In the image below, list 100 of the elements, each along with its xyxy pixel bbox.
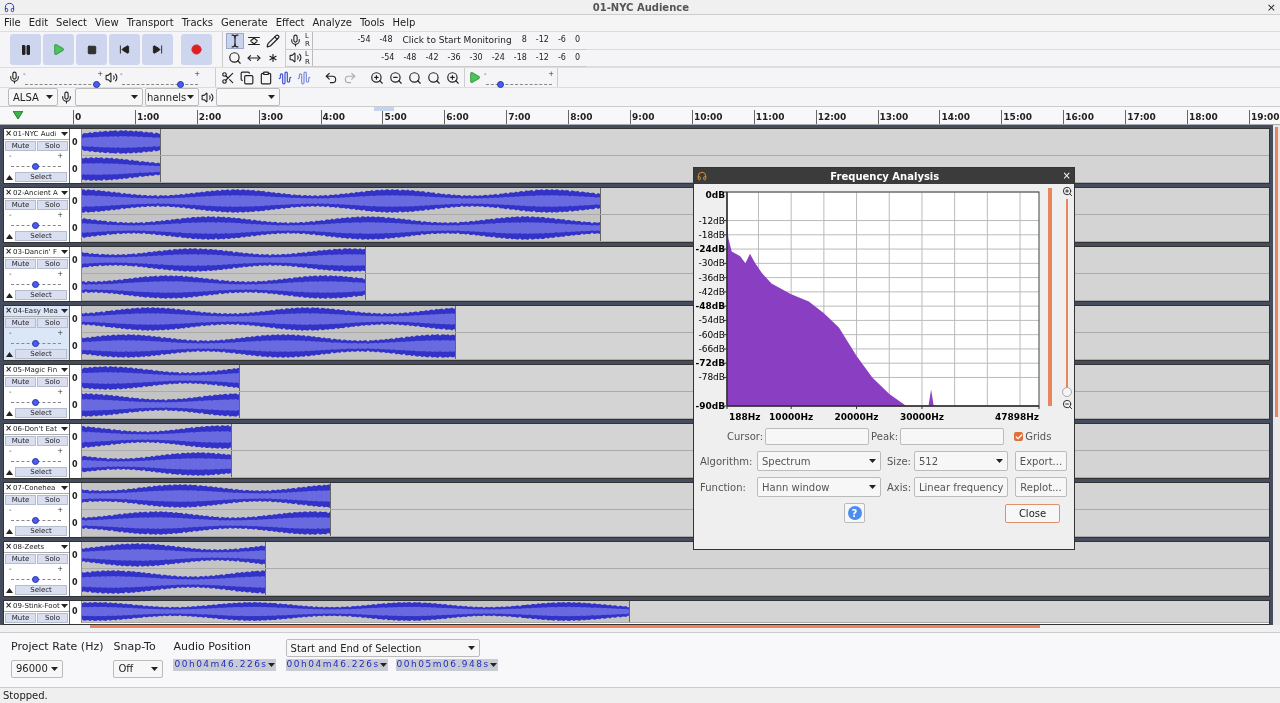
size-dropdown[interactable]: 512 xyxy=(914,451,1008,471)
menu-item[interactable]: Select xyxy=(56,18,87,28)
scale-label: 0 xyxy=(71,256,78,265)
collapse-icon[interactable] xyxy=(6,410,13,416)
close-button[interactable]: × xyxy=(4,130,13,138)
edit-tool-button[interactable] xyxy=(238,69,255,86)
vertical-scrollbar[interactable] xyxy=(1273,125,1280,625)
speaker-icon xyxy=(105,71,118,84)
level-meter[interactable]: -54 -48 -42 -36 -30 -24 -18 -12 -6 0 xyxy=(311,49,586,66)
transport-button[interactable] xyxy=(142,34,173,65)
zoom-in-icon[interactable] xyxy=(1061,186,1073,197)
play-at-speed-icon[interactable] xyxy=(468,71,481,84)
time-label: 15:00 xyxy=(1001,110,1064,124)
vertical-zoom-slider[interactable] xyxy=(1062,199,1072,397)
close-button[interactable]: × xyxy=(1266,1,1276,13)
cursor-field[interactable] xyxy=(765,428,870,445)
menu-item[interactable]: Transport xyxy=(126,18,174,28)
slider-thumb[interactable] xyxy=(32,458,39,465)
vertical-scrollbar[interactable] xyxy=(1048,188,1052,406)
menu-item[interactable]: Edit xyxy=(28,18,49,28)
play-head-icon[interactable] xyxy=(13,111,23,119)
menu-item[interactable]: Analyze xyxy=(312,18,352,28)
collapse-icon[interactable] xyxy=(6,233,13,239)
grids-checkbox[interactable] xyxy=(1014,432,1024,441)
slider-thumb[interactable] xyxy=(32,576,39,583)
slider-thumb[interactable] xyxy=(496,80,504,88)
menu-item[interactable]: View xyxy=(94,18,119,28)
zoom-out-icon[interactable] xyxy=(1061,399,1073,410)
slider-thumb[interactable] xyxy=(93,80,101,88)
axis-dropdown[interactable]: Linear frequency xyxy=(914,477,1008,497)
audio-host-dropdown[interactable]: ALSA xyxy=(8,88,58,106)
time-label: 1:00 xyxy=(134,110,197,124)
snap-to-label: Snap-To xyxy=(113,639,157,655)
collapse-icon[interactable] xyxy=(6,469,13,475)
edit-tool-button[interactable] xyxy=(219,69,236,86)
close-button[interactable]: × xyxy=(4,484,13,492)
selection-mode-dropdown[interactable]: Start and End of Selection xyxy=(285,639,480,657)
selection-end-field[interactable]: 00h05m06.948s xyxy=(395,659,498,671)
scale-label: 0 xyxy=(71,374,78,383)
project-rate-dropdown[interactable]: 96000 xyxy=(11,659,63,678)
replot-button[interactable]: Replot... xyxy=(1015,477,1067,497)
close-button[interactable]: × xyxy=(4,307,13,315)
microphone-icon xyxy=(60,90,73,104)
close-button[interactable]: Close xyxy=(1005,503,1060,523)
y-tick-label: -66dB xyxy=(698,343,725,354)
tool-button[interactable] xyxy=(226,50,244,66)
menu-item[interactable]: Help xyxy=(392,18,416,28)
record-button[interactable] xyxy=(181,34,212,65)
slider-thumb[interactable] xyxy=(32,399,39,406)
collapse-icon[interactable] xyxy=(6,587,13,593)
meter-tick-label: -12 xyxy=(535,51,549,64)
function-dropdown[interactable]: Hann window xyxy=(757,477,881,497)
speaker-icon[interactable] xyxy=(289,51,302,65)
transport-button[interactable] xyxy=(76,34,107,65)
edit-tool-button[interactable] xyxy=(387,69,404,86)
caret-icon xyxy=(268,95,275,99)
menu-item[interactable]: Tracks xyxy=(181,18,214,28)
slider-thumb[interactable] xyxy=(1062,387,1072,397)
tool-button[interactable] xyxy=(264,33,282,49)
microphone-icon[interactable] xyxy=(289,33,302,47)
menu-item[interactable]: File xyxy=(4,18,21,28)
grids-label: Grids xyxy=(1025,430,1052,444)
snap-to-dropdown[interactable]: Off xyxy=(113,659,164,678)
slider-thumb[interactable] xyxy=(32,340,39,347)
collapse-icon[interactable] xyxy=(6,292,13,298)
meter-tick-label: -48 xyxy=(403,51,417,64)
audio-position-field[interactable]: 00h04m46.226s xyxy=(173,658,276,671)
tool-button[interactable] xyxy=(226,33,244,49)
selection-start-field[interactable]: 00h04m46.226s xyxy=(285,659,388,671)
level-meter[interactable]: -54 -48 Click to Start Monitoring 8 -12 -6 0 xyxy=(311,32,586,49)
peak-field[interactable] xyxy=(900,428,1005,445)
menu-item[interactable]: Effect xyxy=(275,18,305,28)
channels-dropdown[interactable]: hannels xyxy=(145,88,199,106)
algorithm-dropdown[interactable]: Spectrum xyxy=(757,451,881,471)
close-button[interactable]: × xyxy=(4,189,13,197)
timeline-ruler[interactable]: 0 1:00 2:00 3:00 4:00 5:00 6:00 7:00 8:00 9:00 10:00 11:00 12:00 13:00 14:00 15:00 16:00 17:00 18:00 19:00 xyxy=(0,107,1280,125)
slider-thumb[interactable] xyxy=(32,517,39,524)
transport-button[interactable] xyxy=(10,34,41,65)
slider-thumb[interactable] xyxy=(32,163,39,170)
edit-tool-button[interactable] xyxy=(406,69,423,86)
close-button[interactable]: × xyxy=(1062,171,1071,181)
edit-tool-button[interactable] xyxy=(368,69,385,86)
slider-thumb[interactable] xyxy=(176,80,184,88)
edit-tool-button[interactable] xyxy=(425,69,442,86)
close-button[interactable]: × xyxy=(4,543,13,551)
collapse-icon[interactable] xyxy=(6,351,13,357)
close-button[interactable]: × xyxy=(4,602,13,610)
transport-button[interactable] xyxy=(109,34,140,65)
export-button[interactable]: Export... xyxy=(1015,451,1067,471)
collapse-icon[interactable] xyxy=(6,174,13,180)
close-button[interactable]: × xyxy=(4,366,13,374)
menu-item[interactable]: Generate xyxy=(221,18,268,28)
slider-thumb[interactable] xyxy=(32,281,39,288)
menu-item[interactable]: Tools xyxy=(359,18,385,28)
slider-thumb[interactable] xyxy=(32,222,39,229)
fit-selection-icon xyxy=(407,70,422,85)
close-button[interactable]: × xyxy=(4,248,13,256)
collapse-icon[interactable] xyxy=(6,528,13,534)
close-button[interactable]: × xyxy=(4,425,13,433)
edit-tool-button[interactable] xyxy=(444,69,461,86)
